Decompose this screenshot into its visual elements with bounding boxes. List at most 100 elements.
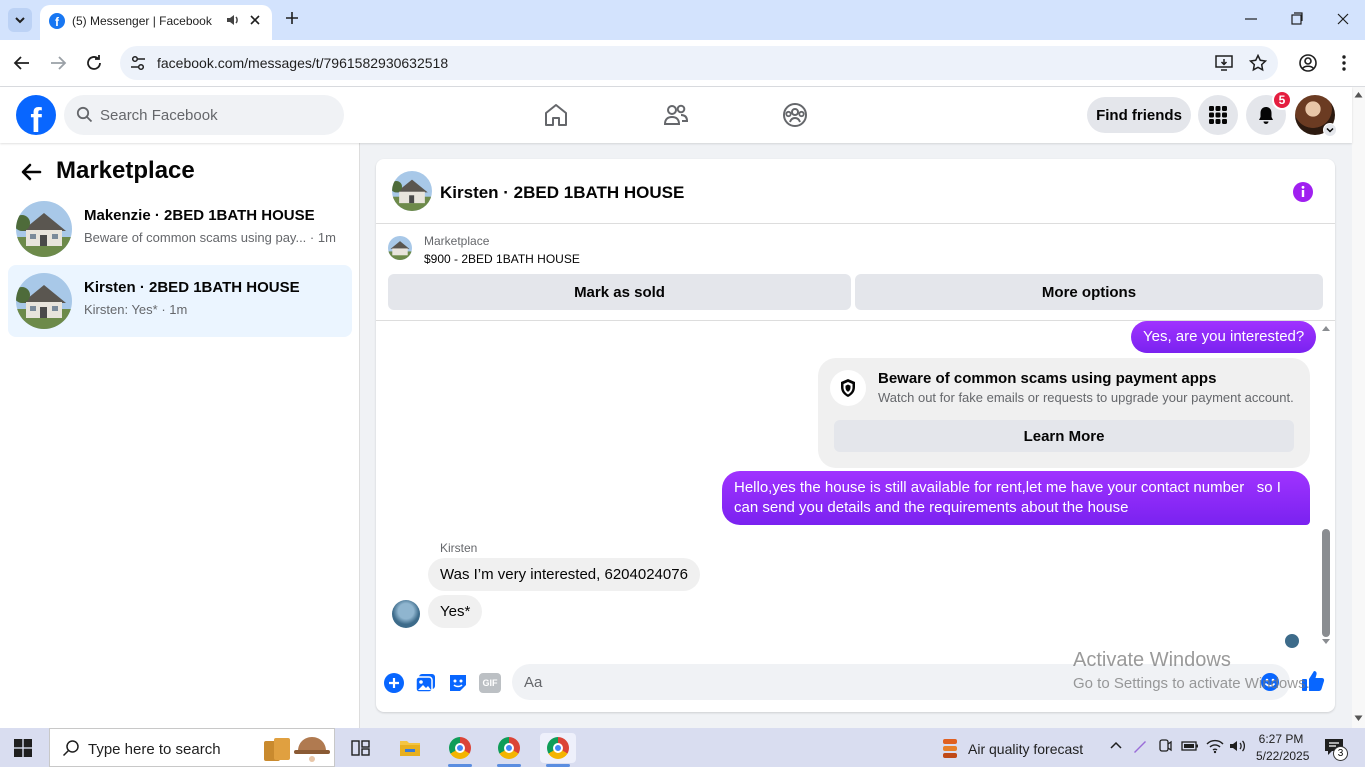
chrome-icon [498, 737, 520, 759]
search-icon [62, 740, 79, 757]
chrome-profile-2-button[interactable] [491, 733, 527, 767]
volume-icon[interactable] [1229, 738, 1247, 754]
info-icon[interactable] [1292, 181, 1314, 203]
wifi-icon[interactable] [1206, 738, 1224, 754]
thumbs-up-icon[interactable] [1301, 669, 1325, 693]
search-input[interactable] [100, 95, 330, 135]
chevron-up-icon[interactable] [1109, 738, 1123, 754]
back-arrow-icon[interactable] [20, 161, 42, 183]
message-composer: GIF Activate Windows Go to Settings to a… [376, 649, 1335, 706]
scroll-down-icon[interactable] [1354, 715, 1363, 722]
account-avatar[interactable] [1295, 95, 1337, 137]
arrow-left-icon [13, 56, 29, 70]
chrome-profile-1-button[interactable] [442, 733, 478, 767]
conversation-item-active[interactable]: Kirsten · 2BED 1BATH HOUSE Kirsten: Yes*… [8, 265, 352, 337]
speaker-icon[interactable] [225, 12, 241, 28]
groups-icon[interactable] [781, 101, 809, 129]
arrow-right-icon [51, 56, 67, 70]
outgoing-message[interactable]: Hello,yes the house is still available f… [722, 471, 1310, 525]
reload-button[interactable] [83, 52, 105, 74]
task-view-button[interactable] [343, 733, 379, 763]
clock-date: 5/22/2025 [1256, 749, 1310, 763]
search-highlight-icon [264, 737, 330, 762]
reload-icon [87, 55, 101, 70]
url-text[interactable]: facebook.com/messages/t/7961582930632518 [157, 55, 448, 71]
system-clock[interactable]: 6:27 PM 5/22/2025 [1256, 731, 1310, 765]
restore-icon[interactable] [1288, 8, 1306, 30]
sticker-icon[interactable] [447, 672, 469, 694]
notification-badge: 5 [1272, 90, 1292, 110]
shield-icon [830, 370, 866, 406]
message-input[interactable] [524, 664, 1224, 700]
bookmark-star-icon[interactable] [1249, 54, 1267, 72]
omnibox[interactable]: facebook.com/messages/t/7961582930632518 [120, 46, 1278, 80]
scroll-up-icon[interactable] [1321, 324, 1331, 332]
find-friends-button[interactable]: Find friends [1087, 97, 1191, 133]
message-scrollbar[interactable] [1320, 324, 1332, 652]
home-icon[interactable] [542, 101, 570, 129]
photo-icon[interactable] [415, 672, 437, 694]
sidebar-title: Marketplace [56, 157, 195, 184]
browser-tab[interactable]: f (5) Messenger | Facebook [40, 5, 272, 40]
tab-search-button[interactable] [8, 8, 32, 32]
message-input-wrapper[interactable] [512, 664, 1290, 700]
scam-warning-card: Beware of common scams using payment app… [818, 358, 1310, 468]
scam-warning-text: Watch out for fake emails or requests to… [878, 390, 1294, 405]
listing-thumbnail [16, 273, 72, 329]
friends-icon[interactable] [662, 101, 690, 129]
close-window-icon[interactable] [1334, 8, 1352, 30]
battery-icon[interactable] [1181, 738, 1199, 754]
close-tab-icon[interactable] [247, 12, 263, 28]
chevron-down-icon [15, 17, 25, 24]
taskbar-search-text: Type here to search [88, 741, 221, 758]
incoming-message[interactable]: Yes* [428, 595, 483, 628]
meet-now-icon[interactable] [1157, 738, 1173, 754]
minimize-icon[interactable] [1242, 8, 1260, 30]
outgoing-message[interactable]: Yes, are you interested? [1131, 321, 1317, 353]
chevron-down-icon [1326, 127, 1334, 133]
plus-circle-icon[interactable] [383, 672, 405, 694]
sender-avatar[interactable] [392, 600, 420, 628]
incoming-message[interactable]: Was I’m very interested, 6204024076 [428, 558, 700, 591]
pen-icon[interactable] [1132, 738, 1148, 754]
menu-button[interactable] [1198, 95, 1238, 135]
chat-avatar[interactable] [392, 171, 432, 211]
back-button[interactable] [11, 52, 33, 74]
listing-source: Marketplace [424, 234, 490, 248]
forward-button[interactable] [47, 52, 69, 74]
scrollbar-thumb[interactable] [1322, 529, 1330, 637]
conversation-item[interactable]: Makenzie · 2BED 1BATH HOUSE Beware of co… [8, 193, 352, 265]
listing-title[interactable]: $900 - 2BED 1BATH HOUSE [424, 252, 580, 266]
account-dropdown[interactable] [1323, 123, 1337, 137]
sender-name: Kirsten [440, 541, 478, 555]
file-explorer-button[interactable] [392, 733, 428, 763]
windows-start-icon[interactable] [14, 739, 32, 757]
gif-button[interactable]: GIF [479, 673, 501, 693]
scroll-down-icon[interactable] [1321, 638, 1331, 646]
chat-title[interactable]: Kirsten · 2BED 1BATH HOUSE [440, 183, 684, 203]
listing-thumbnail [16, 201, 72, 257]
site-settings-icon[interactable] [129, 54, 147, 72]
install-app-icon[interactable] [1215, 54, 1233, 72]
chat-header: Kirsten · 2BED 1BATH HOUSE [376, 159, 1335, 224]
new-tab-icon[interactable] [282, 8, 302, 28]
profile-icon[interactable] [1298, 53, 1318, 73]
facebook-logo[interactable]: f [16, 95, 56, 135]
page-scrollbar[interactable] [1352, 87, 1365, 728]
chrome-profile-3-button[interactable] [540, 733, 576, 767]
scam-warning-title: Beware of common scams using payment app… [878, 370, 1217, 387]
weather-widget[interactable]: Air quality forecast [940, 737, 1083, 761]
more-options-button[interactable]: More options [855, 274, 1323, 310]
conversation-preview: Kirsten: Yes* · 1m [84, 302, 188, 317]
mark-as-sold-button[interactable]: Mark as sold [388, 274, 851, 310]
emoji-icon[interactable] [1260, 672, 1280, 692]
learn-more-button[interactable]: Learn More [834, 420, 1294, 452]
windows-taskbar: Type here to search Air quality forecast… [0, 728, 1365, 767]
facebook-search[interactable] [64, 95, 344, 135]
taskbar-search[interactable]: Type here to search [49, 728, 335, 767]
listing-banner: Marketplace $900 - 2BED 1BATH HOUSE Mark… [376, 224, 1335, 321]
browser-menu-icon[interactable] [1334, 53, 1354, 73]
scroll-up-icon[interactable] [1354, 91, 1363, 98]
action-center-button[interactable]: 3 [1324, 738, 1348, 761]
task-view-icon [351, 740, 370, 756]
